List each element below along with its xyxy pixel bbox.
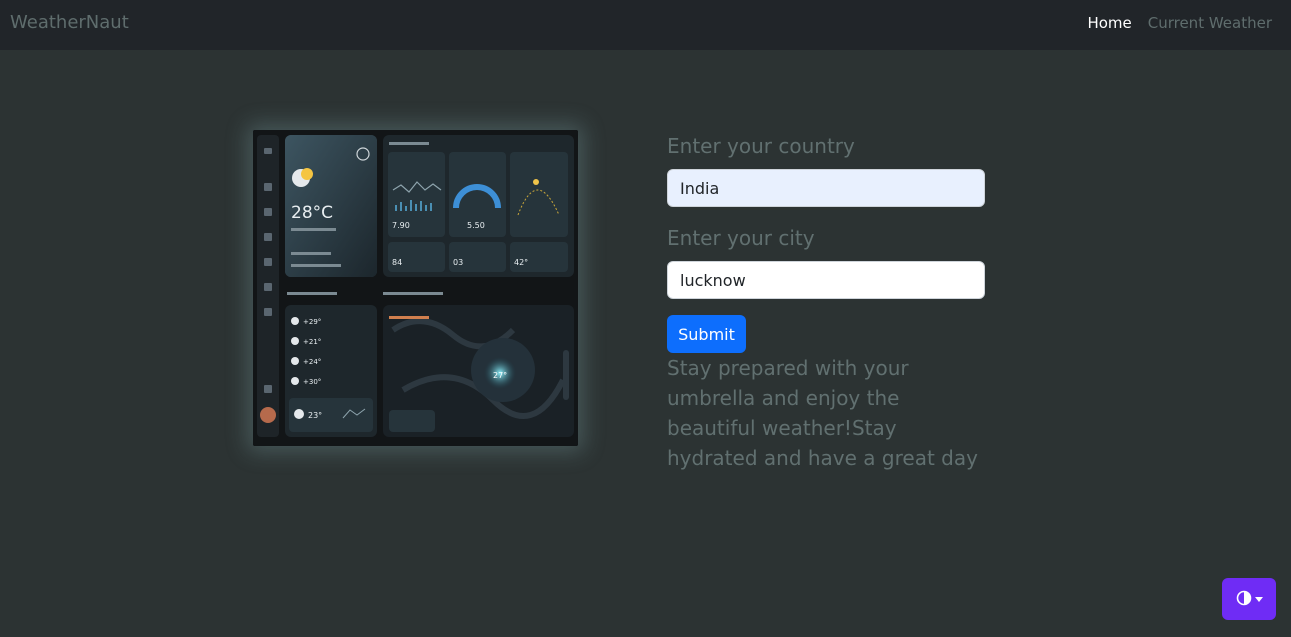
weather-message: Stay prepared with your umbrella and enj…: [667, 356, 978, 470]
svg-text:27°: 27°: [493, 371, 507, 380]
country-input[interactable]: [667, 169, 985, 207]
nav-link-home[interactable]: Home: [1087, 14, 1131, 32]
svg-text:+24°: +24°: [303, 358, 321, 366]
city-label: Enter your city: [667, 226, 815, 250]
contrast-icon: [1236, 590, 1252, 609]
svg-text:+30°: +30°: [303, 378, 321, 386]
dashboard-preview-image: 28°C 7.90 5.50 84 03 42° +29° +21° +24° …: [253, 130, 578, 446]
navbar: WeatherNaut Home Current Weather: [0, 0, 1291, 50]
svg-text:84: 84: [392, 258, 402, 267]
svg-text:03: 03: [453, 258, 463, 267]
svg-text:7.90: 7.90: [392, 221, 410, 230]
submit-button[interactable]: Submit: [667, 315, 746, 353]
svg-text:+21°: +21°: [303, 338, 321, 346]
svg-text:23°: 23°: [308, 411, 322, 420]
nav-links: Home Current Weather: [1087, 14, 1272, 32]
city-input[interactable]: [667, 261, 985, 299]
country-label: Enter your country: [667, 134, 855, 158]
brand-link[interactable]: WeatherNaut: [10, 12, 129, 33]
svg-text:42°: 42°: [514, 258, 528, 267]
chevron-down-icon: [1254, 596, 1263, 602]
svg-text:+29°: +29°: [303, 318, 321, 326]
nav-link-current-weather[interactable]: Current Weather: [1148, 14, 1272, 32]
svg-text:28°C: 28°C: [291, 203, 333, 223]
theme-toggle-button[interactable]: [1222, 578, 1276, 620]
svg-text:5.50: 5.50: [467, 221, 485, 230]
